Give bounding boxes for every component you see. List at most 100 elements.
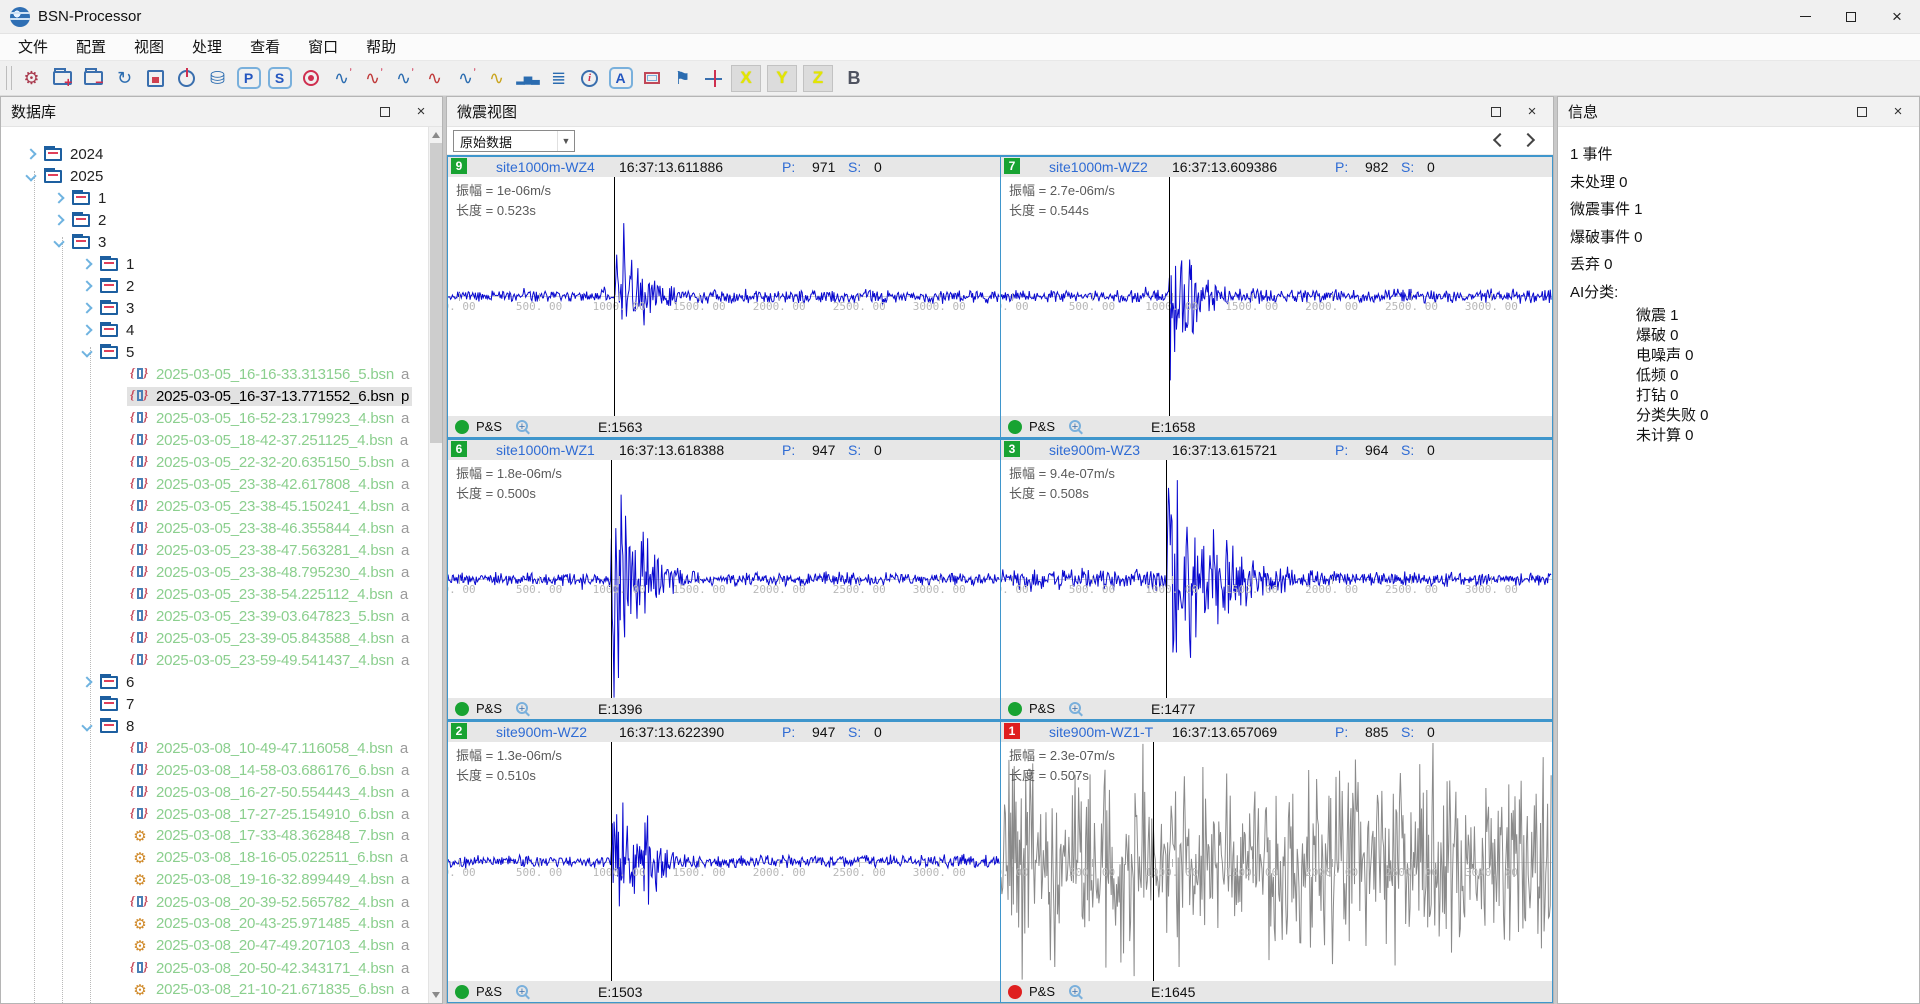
next-event-button[interactable] [1521, 132, 1537, 148]
menu-item-1[interactable]: 配置 [62, 34, 120, 61]
tree-file-row[interactable]: ⚙2025-03-08_18-16-05.022511_6.bsna [1, 847, 428, 869]
annotate-icon[interactable]: A [607, 65, 634, 92]
s-pick-button[interactable]: S [266, 65, 293, 92]
wave-view-close-button[interactable]: × [1521, 101, 1543, 123]
ps-toggle-label[interactable]: P&S [1029, 419, 1055, 434]
file-entry[interactable]: 2025-03-05_16-16-33.313156_5.bsna [127, 365, 412, 384]
tree-folder-4[interactable]: 4 [1, 319, 428, 341]
locate-icon[interactable] [297, 65, 324, 92]
waveform-cell-site1000m-WZ4[interactable]: 9site1000m-WZ416:37:13.611886P:971S:00. … [447, 155, 1000, 438]
file-entry[interactable]: 2025-03-05_23-38-45.150241_4.bsna [127, 497, 412, 516]
file-entry[interactable]: 2025-03-05_23-38-48.795230_4.bsna [127, 563, 412, 582]
file-entry[interactable]: 2025-03-08_10-49-47.116058_4.bsna [127, 739, 411, 758]
z-axis-toggle[interactable]: Z [803, 65, 833, 92]
zoom-in-icon[interactable]: + [516, 702, 528, 714]
tree-folder-2025[interactable]: 2025 [1, 165, 428, 187]
tree-folder-5[interactable]: 5 [1, 341, 428, 363]
trace-plot[interactable]: 0. 00500. 001000. 001500. 002000. 002500… [448, 460, 1000, 699]
x-axis-toggle[interactable]: X [731, 65, 761, 92]
info-close-button[interactable]: × [1887, 101, 1909, 123]
menu-item-4[interactable]: 查看 [236, 34, 294, 61]
file-entry[interactable]: ⚙2025-03-08_20-43-25.971485_4.bsna [127, 914, 412, 934]
file-entry[interactable]: 2025-03-05_23-38-42.617808_4.bsna [127, 475, 412, 494]
data-source-select[interactable]: 原始数据 ▼ [453, 130, 575, 152]
histogram-icon[interactable]: ▂▅▃ [514, 65, 541, 92]
s-wave-curve-icon[interactable]: ∿ [359, 65, 386, 92]
tree-file-row[interactable]: 2025-03-08_17-27-25.154910_6.bsna [1, 803, 428, 825]
trace-plot[interactable]: 0. 00500. 001000. 001500. 002000. 002500… [1001, 460, 1552, 699]
tree-file-row[interactable]: 2025-03-05_23-59-49.541437_4.bsna [1, 649, 428, 671]
ps-wave-curve-icon[interactable]: ∿ [390, 65, 417, 92]
file-entry[interactable]: 2025-03-05_23-59-49.541437_4.bsna [127, 651, 412, 670]
add-folder-icon[interactable] [49, 65, 76, 92]
file-entry[interactable]: 2025-03-08_14-58-03.686176_6.bsna [127, 761, 412, 780]
tree-folder-3[interactable]: 3 [1, 297, 428, 319]
trace-plot[interactable]: 0. 00500. 001000. 001500. 002000. 002500… [448, 742, 1000, 981]
edit-folder-icon[interactable] [80, 65, 107, 92]
tree-file-row[interactable]: 2025-03-08_10-49-47.116058_4.bsna [1, 737, 428, 759]
file-entry[interactable]: 2025-03-05_23-39-03.647823_5.bsna [127, 607, 412, 626]
save-icon[interactable] [142, 65, 169, 92]
file-entry[interactable]: 2025-03-08_20-50-42.343171_4.bsna [127, 959, 412, 978]
tree-file-row[interactable]: ⚙2025-03-08_21-10-21.671835_6.bsna [1, 979, 428, 1001]
chevron-right-icon[interactable] [51, 191, 65, 205]
y-axis-toggle[interactable]: Y [767, 65, 797, 92]
ps-toggle-label[interactable]: P&S [1029, 701, 1055, 716]
menu-item-5[interactable]: 窗口 [294, 34, 352, 61]
scroll-down-icon[interactable] [429, 987, 443, 1003]
toolbar-drag-handle[interactable] [6, 66, 12, 90]
tree-folder-7[interactable]: 7 [1, 693, 428, 715]
tree-folder-8[interactable]: 8 [1, 715, 428, 737]
tree-file-row[interactable]: 2025-03-05_23-38-45.150241_4.bsna [1, 495, 428, 517]
wave-view-float-button[interactable] [1485, 101, 1507, 123]
tree-file-row[interactable]: 2025-03-05_23-38-42.617808_4.bsna [1, 473, 428, 495]
filter-icon[interactable]: ∿ [483, 65, 510, 92]
tree-folder-2[interactable]: 2 [1, 209, 428, 231]
menu-item-6[interactable]: 帮助 [352, 34, 410, 61]
tree-file-row[interactable]: ⚙2025-03-08_20-43-25.971485_4.bsna [1, 913, 428, 935]
tree-folder-2024[interactable]: 2024 [1, 143, 428, 165]
tree-file-row[interactable]: 2025-03-05_23-38-48.795230_4.bsna [1, 561, 428, 583]
envelope-icon[interactable]: ∿ [421, 65, 448, 92]
menu-item-0[interactable]: 文件 [4, 34, 62, 61]
waveform-cell-site1000m-WZ2[interactable]: 7site1000m-WZ216:37:13.609386P:982S:00. … [1000, 155, 1553, 438]
file-entry[interactable]: 2025-03-08_16-27-50.554443_4.bsna [127, 783, 412, 802]
minimize-button[interactable] [1782, 0, 1828, 33]
file-entry[interactable]: 2025-03-05_23-38-54.225112_4.bsna [127, 585, 411, 604]
waveform-cell-site900m-WZ1-T[interactable]: 1site900m-WZ1-T16:37:13.657069P:885S:00.… [1000, 720, 1553, 1003]
file-entry[interactable]: 2025-03-08_17-27-25.154910_6.bsna [127, 805, 412, 824]
tree-folder-3[interactable]: 3 [1, 231, 428, 253]
chevron-down-icon[interactable] [79, 719, 93, 733]
zoom-in-icon[interactable]: + [1069, 420, 1081, 432]
tree-file-row[interactable]: 2025-03-05_16-16-33.313156_5.bsna [1, 363, 428, 385]
chevron-right-icon[interactable] [79, 675, 93, 689]
b-toggle[interactable]: B [839, 65, 869, 92]
file-entry[interactable]: ⚙2025-03-08_18-16-05.022511_6.bsna [127, 848, 411, 868]
trace-plot[interactable]: 0. 00500. 001000. 001500. 002000. 002500… [1001, 742, 1552, 981]
file-entry[interactable]: ⚙2025-03-08_19-16-32.899449_4.bsna [127, 870, 412, 890]
list-icon[interactable]: ≣ [545, 65, 572, 92]
waveform-cell-site900m-WZ3[interactable]: 3site900m-WZ316:37:13.615721P:964S:00. 0… [1000, 438, 1553, 721]
chevron-right-icon[interactable] [23, 147, 37, 161]
database-icon[interactable]: ⛁ [204, 65, 231, 92]
chevron-right-icon[interactable] [79, 279, 93, 293]
chevron-right-icon[interactable] [79, 301, 93, 315]
crosshair-icon[interactable] [700, 65, 727, 92]
region-icon[interactable] [638, 65, 665, 92]
waveform-cell-site900m-WZ2[interactable]: 2site900m-WZ216:37:13.622390P:947S:00. 0… [447, 720, 1000, 1003]
chevron-down-icon[interactable] [51, 235, 65, 249]
file-entry[interactable]: 2025-03-05_22-32-20.635150_5.bsna [127, 453, 412, 472]
tree-file-row[interactable]: 2025-03-05_16-37-13.771552_6.bsnp [1, 385, 428, 407]
report-icon[interactable]: ⚑ [669, 65, 696, 92]
zoom-in-icon[interactable]: + [516, 985, 528, 997]
chevron-right-icon[interactable] [51, 213, 65, 227]
p-pick-button[interactable]: P [235, 65, 262, 92]
menu-item-3[interactable]: 处理 [178, 34, 236, 61]
database-float-button[interactable] [374, 101, 396, 123]
zoom-in-icon[interactable]: + [516, 420, 528, 432]
tree-file-row[interactable]: 2025-03-05_16-52-23.179923_4.bsna [1, 407, 428, 429]
tree-folder-2[interactable]: 2 [1, 275, 428, 297]
chevron-right-icon[interactable] [79, 323, 93, 337]
close-button[interactable]: × [1874, 0, 1920, 33]
menu-item-2[interactable]: 视图 [120, 34, 178, 61]
